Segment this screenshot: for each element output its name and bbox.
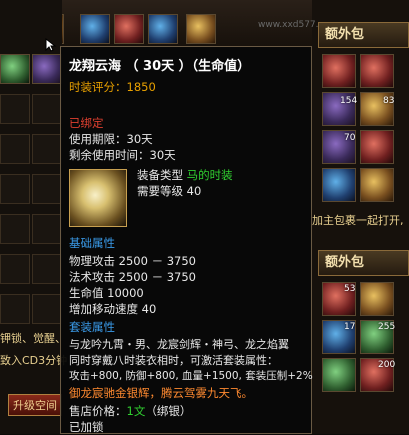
item-title: 龙翔云海 （ 30天 ）（生命值） bbox=[69, 59, 251, 74]
attr-line: 增加移动速度 40 bbox=[69, 302, 157, 316]
sell-price-note: （绑银） bbox=[145, 404, 192, 418]
equip-type-value: 马的时装 bbox=[186, 168, 233, 182]
extra-bag-header-mid: 额外包 bbox=[318, 250, 409, 276]
bag-slot[interactable] bbox=[360, 130, 394, 164]
bag-slot[interactable] bbox=[360, 282, 394, 316]
bag-slot-count: 53 bbox=[344, 284, 356, 294]
inventory-slot[interactable] bbox=[32, 214, 62, 244]
item-score-value: 1850 bbox=[126, 80, 156, 94]
inventory-slot[interactable] bbox=[32, 294, 62, 324]
upgrade-space-button[interactable]: 升级空间 bbox=[8, 394, 62, 416]
bag-slot[interactable] bbox=[322, 358, 356, 392]
inventory-slot[interactable] bbox=[0, 254, 30, 284]
inventory-slot[interactable] bbox=[0, 134, 30, 164]
inventory-slot[interactable] bbox=[114, 14, 144, 44]
set-name: 御龙宸驰金银辉，腾云驾雾九天飞。 bbox=[69, 386, 253, 400]
left-hint-text-1: 钾锁、觉醒、 bbox=[0, 332, 66, 345]
inventory-slot[interactable] bbox=[148, 14, 178, 44]
inventory-slot[interactable] bbox=[0, 214, 30, 244]
inventory-slot[interactable] bbox=[32, 254, 62, 284]
inventory-slot[interactable] bbox=[0, 94, 30, 124]
bag-slot-count: 255 bbox=[378, 322, 396, 332]
sell-price: 售店价格：1文（绑银） bbox=[69, 403, 191, 419]
bag-slot-count: 200 bbox=[378, 360, 396, 370]
set-desc-line: 攻击+800, 防御+800, 血量+1500, 套装压制+2% bbox=[69, 370, 313, 382]
extra-bag-note: 加主包裹一起打开, bbox=[312, 214, 404, 227]
lock-status: 已加锁 bbox=[69, 420, 104, 434]
inventory-slot[interactable] bbox=[32, 94, 62, 124]
inventory-slot[interactable] bbox=[0, 54, 30, 84]
item-tooltip: 龙翔云海 （ 30天 ）（生命值） 时装评分：1850 已绑定 使用期限：30天… bbox=[60, 46, 313, 434]
attr-line: 物理攻击 2500 － 3750 bbox=[69, 254, 196, 268]
bound-status: 已绑定 bbox=[69, 116, 104, 130]
sell-price-label: 售店价格： bbox=[69, 404, 127, 418]
bag-slot[interactable] bbox=[360, 168, 394, 202]
bag-slot[interactable] bbox=[322, 168, 356, 202]
sell-price-value: 1文 bbox=[126, 404, 146, 418]
item-score-label: 时装评分： bbox=[69, 80, 127, 94]
equip-type-label: 装备类型 bbox=[137, 168, 183, 182]
attr-line: 生命值 10000 bbox=[69, 286, 144, 300]
inventory-slot[interactable] bbox=[0, 294, 30, 324]
inventory-slot[interactable] bbox=[32, 174, 62, 204]
basic-attr-header: 基础属性 bbox=[69, 236, 115, 250]
inventory-slot[interactable] bbox=[0, 174, 30, 204]
item-icon bbox=[69, 169, 127, 227]
inventory-slot[interactable] bbox=[80, 14, 110, 44]
set-attr-header: 套装属性 bbox=[69, 320, 115, 334]
attr-line: 法术攻击 2500 － 3750 bbox=[69, 270, 196, 284]
bag-slot-count: 154 bbox=[340, 96, 358, 106]
mouse-cursor-icon bbox=[45, 38, 57, 52]
usage-period: 使用期限：30天 bbox=[69, 132, 153, 146]
remaining-time: 剩余使用时间：30天 bbox=[69, 148, 176, 162]
item-score: 时装评分：1850 bbox=[69, 79, 156, 95]
inventory-slot[interactable] bbox=[32, 54, 62, 84]
inventory-slot[interactable] bbox=[32, 134, 62, 164]
set-desc-line: 与龙吟九霄・男、龙宸剑辉・神弓、龙之焰翼 bbox=[69, 338, 289, 351]
extra-bag-header-top: 额外包 bbox=[318, 22, 409, 48]
bag-slot-count: 70 bbox=[344, 133, 356, 143]
inventory-slot[interactable] bbox=[186, 14, 216, 44]
bag-slot-count: 83 bbox=[383, 96, 395, 106]
bag-slot-count: 17 bbox=[344, 322, 356, 332]
bag-slot[interactable] bbox=[322, 54, 356, 88]
bag-slot[interactable] bbox=[360, 54, 394, 88]
equip-type: 装备类型 马的时装 bbox=[137, 167, 233, 183]
left-hint-text-2: 致入CD3分钟 bbox=[0, 354, 68, 367]
set-desc-line: 同时穿戴八时装衣相时，可激活套装属性： bbox=[69, 354, 278, 367]
level-requirement: 需要等级 40 bbox=[137, 184, 202, 198]
